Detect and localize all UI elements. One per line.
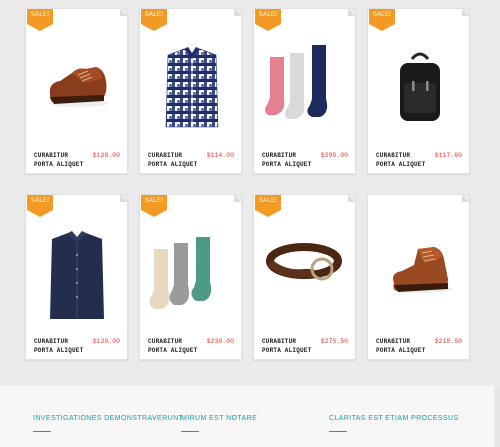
product-name[interactable]: CURABITUR PORTA ALIQUET — [34, 337, 86, 355]
product-price: $290.00 — [320, 152, 348, 159]
card-fold-corner — [348, 195, 355, 202]
product-card[interactable]: SALE! CURABITUR PORTA ALIQUET $117.80 — [367, 8, 470, 174]
product-image-navy-dress-shirt[interactable] — [26, 209, 129, 337]
card-fold-corner — [462, 9, 469, 16]
product-image-brown-belt[interactable] — [254, 209, 357, 337]
card-fold-corner — [120, 195, 127, 202]
card-fold-corner — [348, 9, 355, 16]
product-price: $117.80 — [434, 152, 462, 159]
product-name[interactable]: CURABITUR PORTA ALIQUET — [376, 337, 428, 355]
product-price: $128.00 — [92, 152, 120, 159]
product-name[interactable]: CURABITUR PORTA ALIQUET — [376, 151, 428, 169]
product-price: $218.50 — [434, 338, 462, 345]
product-name[interactable]: CURABITUR PORTA ALIQUET — [148, 151, 200, 169]
footer-underline — [329, 431, 347, 432]
product-card[interactable]: SALE! CURABITUR PORTA ALIQUET $230.00 — [139, 194, 242, 360]
product-image-brown-boot[interactable] — [368, 209, 471, 337]
footer-column-title: INVESTIGATIONES DEMONSTRAVERUNT — [33, 415, 184, 422]
product-price: $275.50 — [320, 338, 348, 345]
footer-column-title: CLARITAS EST ETIAM PROCESSUS — [329, 415, 459, 422]
product-card[interactable]: CURABITUR PORTA ALIQUET $218.50 — [367, 194, 470, 360]
product-price: $120.00 — [92, 338, 120, 345]
product-image-three-socks[interactable] — [254, 23, 357, 151]
card-fold-corner — [234, 195, 241, 202]
product-name[interactable]: CURABITUR PORTA ALIQUET — [34, 151, 86, 169]
product-card[interactable]: SALE! CURABITUR PORTA ALIQUET $114.00 — [139, 8, 242, 174]
product-image-plaid-shirt[interactable] — [140, 23, 243, 151]
footer-underline — [181, 431, 199, 432]
product-name[interactable]: CURABITUR PORTA ALIQUET — [148, 337, 200, 355]
scrollbar-track[interactable] — [494, 386, 500, 447]
footer-column-title: MIRUM EST NOTARE — [181, 415, 258, 422]
product-image-black-backpack[interactable] — [368, 23, 471, 151]
card-fold-corner — [462, 195, 469, 202]
product-card[interactable]: SALE! CURABITUR PORTA ALIQUET $290.00 — [253, 8, 356, 174]
product-name[interactable]: CURABITUR PORTA ALIQUET — [262, 337, 314, 355]
footer-underline — [33, 431, 51, 432]
footer: INVESTIGATIONES DEMONSTRAVERUNT MIRUM ES… — [0, 386, 500, 447]
product-card[interactable]: SALE! CURABITUR PORTA ALIQUET $128.00 — [25, 8, 128, 174]
card-fold-corner — [120, 9, 127, 16]
product-price: $230.00 — [206, 338, 234, 345]
product-name[interactable]: CURABITUR PORTA ALIQUET — [262, 151, 314, 169]
product-price: $114.00 — [206, 152, 234, 159]
product-image-brown-leather-shoe[interactable] — [26, 23, 129, 151]
card-fold-corner — [234, 9, 241, 16]
product-card[interactable]: SALE! CURABITUR PORTA ALIQUET $120.00 — [25, 194, 128, 360]
product-card[interactable]: SALE! CURABITUR PORTA ALIQUET $275.50 — [253, 194, 356, 360]
product-image-wool-socks[interactable] — [140, 209, 243, 337]
